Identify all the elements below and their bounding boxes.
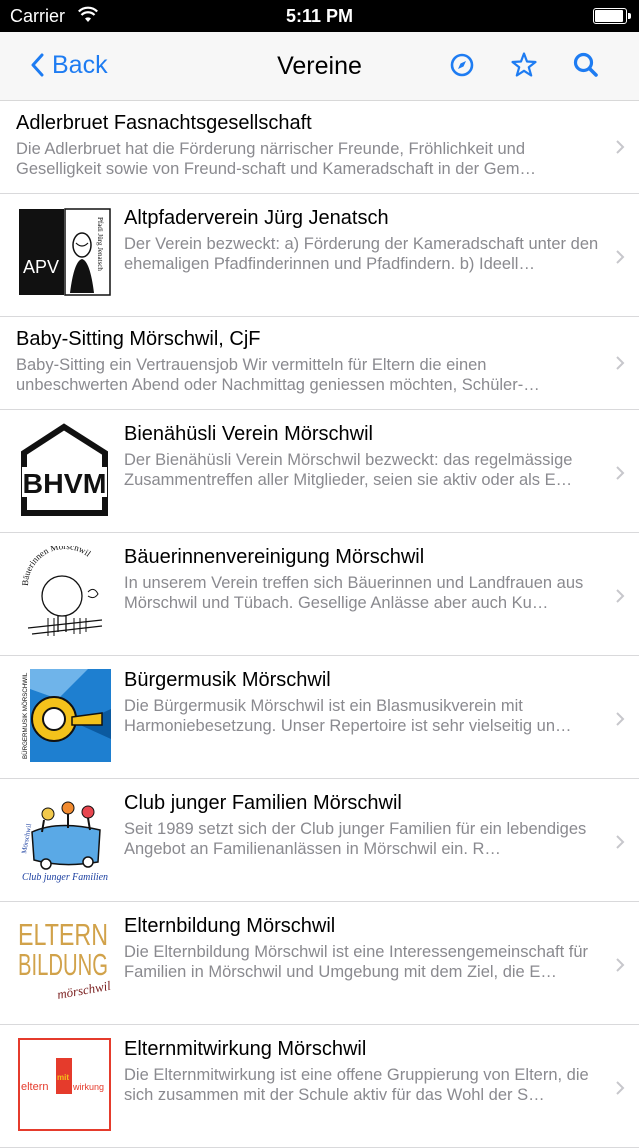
item-description: Baby-Sitting ein Vertrauensjob Wir vermi… (16, 356, 540, 394)
item-description: Die Elternbildung Mörschwil ist eine Int… (124, 943, 589, 981)
apv-logo-side-text: Pfadi Jürg Jenatsch (96, 217, 104, 271)
item-title: Altpfaderverein Jürg Jenatsch (124, 207, 389, 229)
list-item[interactable]: Mörschwil Club junger Familien Club jung… (0, 779, 639, 902)
item-description: Der Bienähüsli Verein Mörschwil bezweckt… (124, 451, 573, 489)
item-description: Seit 1989 setzt sich der Club junger Fam… (124, 820, 587, 858)
item-description: Die Bürgermusik Mörschwil ist ein Blasmu… (124, 697, 572, 735)
chevron-right-icon (616, 589, 625, 603)
bhvm-logo-text: BHVM (23, 468, 107, 499)
apv-logo-text: APV (23, 257, 59, 277)
list-item[interactable]: ELTERN BILDUNG mörschwil Elternbildung M… (0, 902, 639, 1025)
chevron-right-icon (616, 356, 625, 370)
buergermusik-logo-text: BÜRGERMUSIK MÖRSCHWIL (22, 672, 29, 759)
list-item[interactable]: Bäuerinnen Mörschwil Bäuerinnenvereinigu… (0, 533, 639, 656)
chevron-right-icon (616, 835, 625, 849)
elternbildung-logo-text2: BILDUNG (18, 947, 108, 982)
apv-logo: APV Pfadi Jürg Jenatsch (18, 207, 111, 300)
item-title: Bäuerinnenvereinigung Mörschwil (124, 546, 425, 568)
list-item[interactable]: BHVM Bienähüsli Verein Mörschwil Der Bie… (0, 410, 639, 533)
item-title: Bienähüsli Verein Mörschwil (124, 423, 374, 445)
item-title: Elternbildung Mörschwil (124, 915, 336, 937)
chevron-right-icon (616, 466, 625, 480)
item-title: Baby-Sitting Mörschwil, CjF (16, 328, 261, 350)
clock: 5:11 PM (285, 6, 354, 26)
battery-icon (593, 8, 631, 24)
item-title: Elternmitwirkung Mörschwil (124, 1038, 367, 1060)
club-junger-familien-logo: Mörschwil Club junger Familien (18, 792, 111, 885)
search-icon[interactable] (571, 50, 601, 80)
chevron-right-icon (616, 958, 625, 972)
chevron-right-icon (616, 712, 625, 726)
star-icon[interactable] (509, 50, 539, 80)
list-item[interactable]: Adlerbruet Fasnachtsgesellschaft Die Adl… (0, 101, 639, 194)
elternmitwirkung-logo-text3: wirkung (72, 1082, 104, 1092)
chevron-right-icon (616, 140, 625, 154)
list-item[interactable]: Baby-Sitting Mörschwil, CjF Baby-Sitting… (0, 317, 639, 410)
navigation-bar: Back Vereine (0, 32, 639, 101)
list-item[interactable]: APV Pfadi Jürg Jenatsch Altpfaderverein … (0, 194, 639, 317)
list-item[interactable]: eltern mit wirkung Elternmitwirkung Mörs… (0, 1025, 639, 1148)
compass-icon[interactable] (447, 50, 477, 80)
baeuerinnen-logo: Bäuerinnen Mörschwil (18, 546, 111, 639)
list-item[interactable]: BÜRGERMUSIK MÖRSCHWIL Bürgermusik Mörsch… (0, 656, 639, 779)
chevron-right-icon (616, 250, 625, 264)
elternbildung-logo: ELTERN BILDUNG mörschwil (18, 915, 111, 1008)
status-bar: Carrier 5:11 PM (0, 0, 639, 32)
page-title: Vereine (277, 52, 362, 80)
chevron-right-icon (616, 1081, 625, 1095)
elternmitwirkung-logo: eltern mit wirkung (18, 1038, 111, 1131)
item-title: Adlerbruet Fasnachtsgesellschaft (16, 112, 312, 134)
item-title: Bürgermusik Mörschwil (124, 669, 331, 691)
item-description: Die Elternmitwirkung ist eine offene Gru… (124, 1066, 589, 1104)
elternmitwirkung-logo-text: eltern (21, 1081, 49, 1093)
elternmitwirkung-logo-text2: mit (57, 1073, 69, 1082)
item-title: Club junger Familien Mörschwil (124, 792, 402, 814)
item-description: Die Adlerbruet hat die Förderung närrisc… (16, 140, 536, 178)
bhvm-logo: BHVM (18, 423, 111, 516)
item-description: In unserem Verein treffen sich Bäuerinne… (124, 574, 584, 612)
club-logo-text: Club junger Familien (22, 872, 108, 883)
association-list: Adlerbruet Fasnachtsgesellschaft Die Adl… (0, 101, 639, 1148)
buergermusik-logo: BÜRGERMUSIK MÖRSCHWIL (18, 669, 111, 762)
item-description: Der Verein bezweckt: a) Förderung der Ka… (124, 235, 599, 273)
